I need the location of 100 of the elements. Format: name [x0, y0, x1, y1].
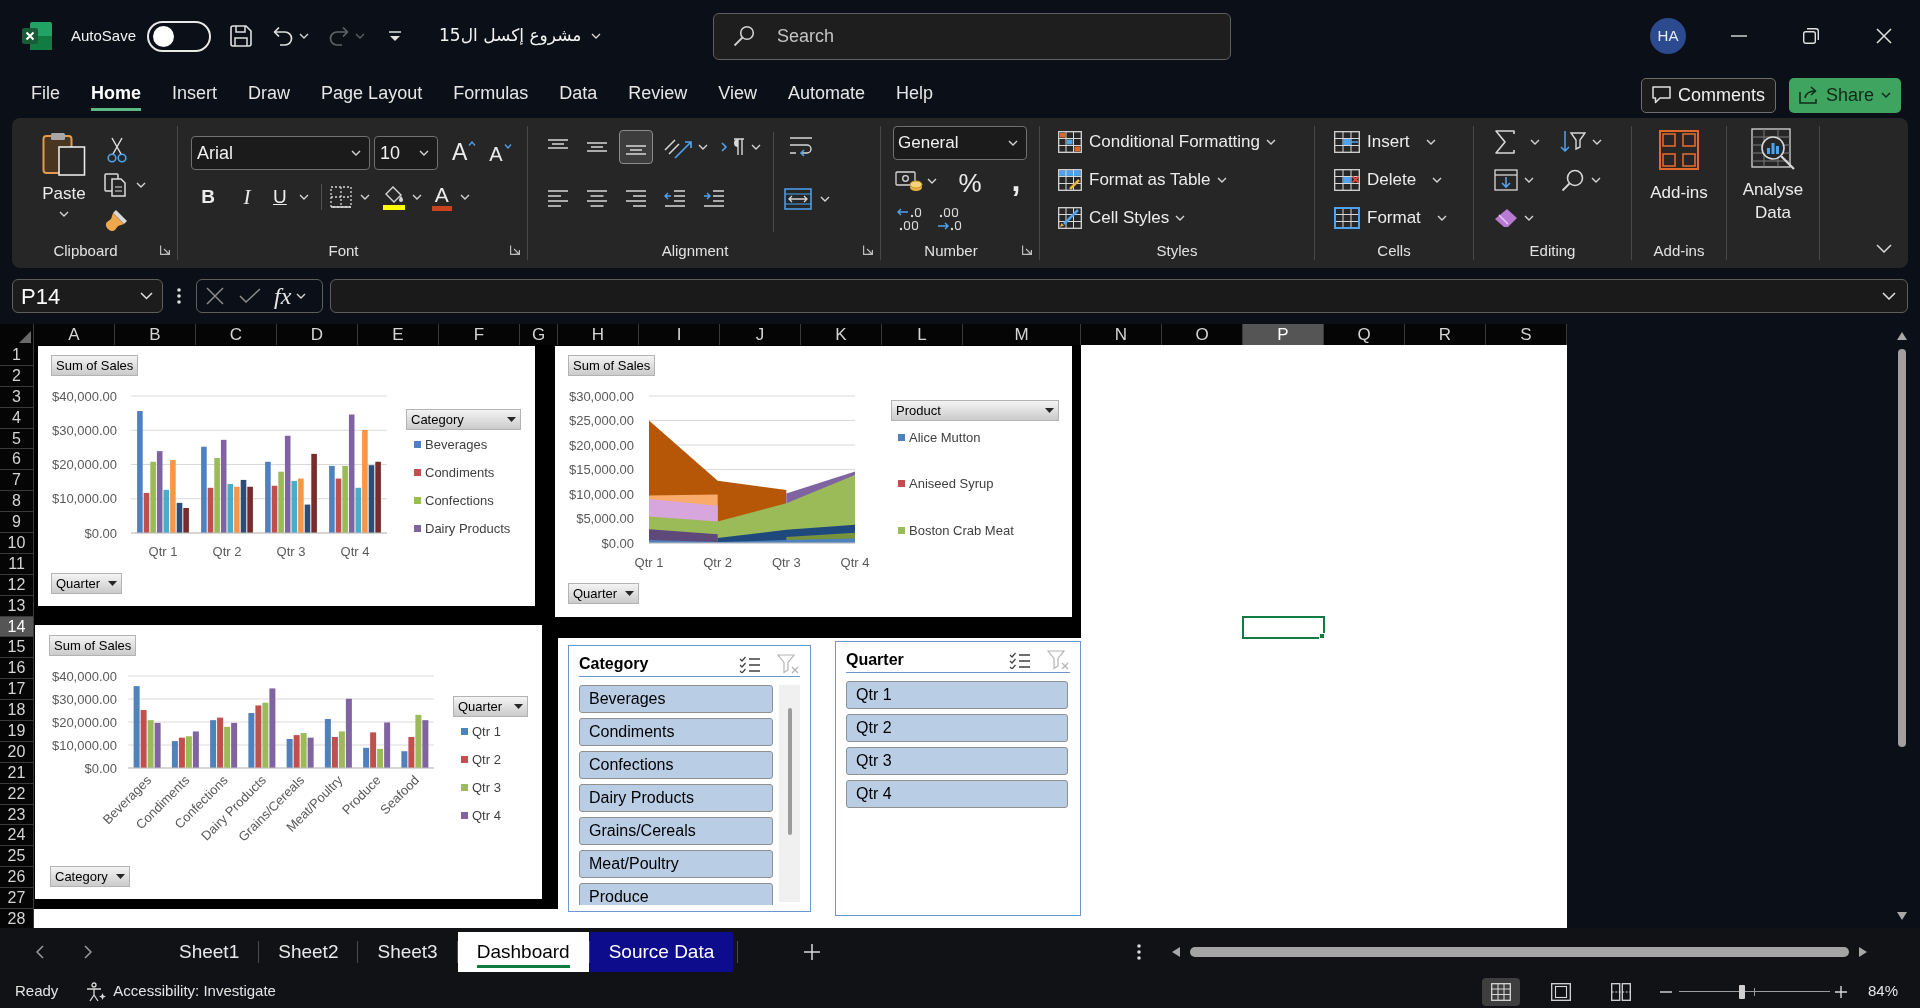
search-field[interactable]: Search: [713, 12, 1231, 60]
grow-font-button[interactable]: A: [452, 138, 477, 168]
font-size-dropdown[interactable]: 10: [374, 136, 438, 170]
slicer-item[interactable]: Beverages: [579, 685, 773, 713]
row-header[interactable]: 6: [0, 449, 34, 471]
column-header[interactable]: D: [277, 324, 358, 345]
paste-button[interactable]: Paste: [36, 130, 92, 240]
copy-button[interactable]: [104, 171, 146, 199]
sheet-tab[interactable]: Source Data: [589, 931, 734, 972]
column-header[interactable]: E: [358, 324, 439, 345]
row-header[interactable]: 22: [0, 783, 34, 805]
user-avatar[interactable]: HA: [1650, 18, 1686, 54]
font-name-dropdown[interactable]: Arial: [191, 136, 370, 170]
share-button[interactable]: Share: [1788, 77, 1901, 113]
sheet-tab[interactable]: Dashboard: [457, 931, 589, 972]
more-options-icon[interactable]: [177, 288, 181, 304]
slicer-item[interactable]: Qtr 2: [846, 714, 1068, 742]
slicer-item[interactable]: Qtr 1: [846, 681, 1068, 709]
number-format-dropdown[interactable]: General: [893, 126, 1027, 160]
dialog-launcher-button[interactable]: [509, 244, 521, 256]
bottom-align-button[interactable]: [619, 130, 653, 164]
ribbon-tab[interactable]: Review: [628, 79, 688, 111]
column-header[interactable]: J: [720, 324, 801, 345]
dialog-launcher-button[interactable]: [1021, 244, 1033, 256]
slicer-item[interactable]: Dairy Products: [579, 784, 773, 812]
font-color-button[interactable]: A: [431, 182, 470, 212]
document-title[interactable]: مشروع إكسل ال15: [439, 23, 602, 49]
field-button[interactable]: Quarter: [568, 583, 640, 604]
row-header[interactable]: 14: [0, 616, 34, 638]
column-header[interactable]: H: [558, 324, 639, 345]
cell-styles-button[interactable]: Cell Styles: [1058, 202, 1277, 234]
row-header[interactable]: 12: [0, 574, 34, 596]
select-all-button[interactable]: [0, 324, 34, 345]
comments-button[interactable]: Comments: [1640, 77, 1776, 113]
save-button[interactable]: [229, 24, 254, 48]
field-button[interactable]: Quarter: [453, 696, 528, 717]
add-sheet-button[interactable]: [802, 941, 823, 962]
ribbon-tab[interactable]: Automate: [787, 79, 865, 111]
sheet-tab[interactable]: Sheet2: [259, 931, 358, 972]
multi-select-button[interactable]: [1008, 650, 1032, 670]
slicer-scrollbar[interactable]: [779, 685, 800, 902]
field-button[interactable]: Category: [50, 866, 130, 887]
column-header[interactable]: R: [1405, 324, 1486, 345]
row-header[interactable]: 4: [0, 407, 34, 429]
row-header[interactable]: 17: [0, 679, 34, 701]
formula-field[interactable]: [330, 279, 1908, 313]
conditional-formatting-button[interactable]: Conditional Formatting: [1058, 126, 1277, 158]
multi-select-button[interactable]: [738, 654, 762, 674]
row-header[interactable]: 1: [0, 345, 34, 366]
autosave-toggle[interactable]: [147, 20, 212, 52]
chevron-left-icon[interactable]: [36, 944, 44, 959]
slicer-item[interactable]: Confections: [579, 751, 773, 779]
column-header[interactable]: Q: [1324, 324, 1405, 345]
chevron-right-icon[interactable]: [84, 944, 92, 959]
enter-button[interactable]: [239, 287, 261, 305]
scrollbar-thumb[interactable]: [1898, 349, 1906, 747]
percent-style-button[interactable]: %: [956, 164, 984, 198]
field-button[interactable]: Sum of Sales: [568, 355, 656, 376]
field-button[interactable]: Quarter: [51, 573, 123, 594]
field-button[interactable]: Category: [406, 409, 521, 430]
ribbon-tab[interactable]: Data: [559, 79, 598, 111]
zoom-slider-thumb[interactable]: [1739, 984, 1746, 999]
column-header[interactable]: K: [801, 324, 882, 345]
row-header[interactable]: 13: [0, 595, 34, 617]
ribbon-tab[interactable]: File: [31, 79, 60, 111]
slicer-item[interactable]: Produce: [579, 883, 773, 905]
underline-button[interactable]: U: [267, 182, 315, 212]
ribbon-tab[interactable]: Help: [896, 79, 934, 111]
slicer-item[interactable]: Meat/Poultry: [579, 850, 773, 878]
row-header[interactable]: 26: [0, 867, 34, 889]
sheet-tab[interactable]: Sheet1: [160, 931, 259, 972]
zoom-slider[interactable]: [1678, 983, 1830, 1000]
row-header[interactable]: 20: [0, 741, 34, 763]
row-header[interactable]: 24: [0, 825, 34, 847]
triangle-right-icon[interactable]: [1859, 946, 1868, 957]
dialog-launcher-button[interactable]: [159, 244, 171, 256]
analyse-data-button[interactable]: Analyse Data: [1737, 128, 1809, 240]
column-header[interactable]: M: [963, 324, 1081, 345]
column-header[interactable]: N: [1081, 324, 1162, 345]
row-header[interactable]: 15: [0, 637, 34, 659]
column-header[interactable]: C: [196, 324, 277, 345]
undo-button[interactable]: [273, 24, 310, 48]
field-button[interactable]: Sum of Sales: [51, 355, 139, 376]
format-cells-button[interactable]: Format: [1334, 202, 1447, 234]
ribbon-tab[interactable]: Insert: [172, 79, 218, 111]
ribbon-tab[interactable]: Page Layout: [321, 79, 423, 111]
ribbon-tab[interactable]: Formulas: [453, 79, 529, 111]
add-ins-button[interactable]: Add-ins: [1650, 130, 1708, 240]
column-header[interactable]: G: [520, 324, 558, 345]
minus-icon[interactable]: [1659, 990, 1672, 993]
row-header[interactable]: 7: [0, 470, 34, 492]
normal-view-button[interactable]: [1481, 977, 1520, 1006]
bold-button[interactable]: B: [191, 182, 225, 212]
ribbon-tab[interactable]: Home: [91, 79, 142, 111]
slicer-item[interactable]: Qtr 4: [846, 780, 1068, 808]
horizontal-scrollbar-thumb[interactable]: [1190, 946, 1850, 957]
row-header[interactable]: 3: [0, 386, 34, 408]
column-header[interactable]: P: [1243, 324, 1324, 345]
column-header[interactable]: I: [639, 324, 720, 345]
comma-style-button[interactable]: ,: [1004, 164, 1028, 198]
